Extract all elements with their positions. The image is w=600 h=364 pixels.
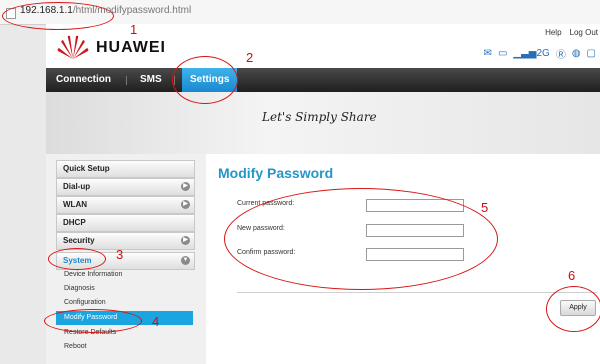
- brand-name: HUAWEI: [96, 39, 166, 56]
- tab-sms[interactable]: SMS: [140, 68, 162, 92]
- chevron-right-icon: ▶: [181, 200, 190, 209]
- annotation-number-2: 2: [246, 50, 254, 65]
- annotation-circle-1: [2, 2, 114, 30]
- submenu-configuration[interactable]: Configuration: [56, 296, 193, 310]
- submenu-label: Diagnosis: [64, 285, 95, 292]
- submenu-device-information[interactable]: Device Information: [56, 268, 193, 282]
- sim-icon: ▭: [497, 48, 508, 59]
- signal-icon: ▁▃▅2G: [513, 48, 550, 59]
- sidebar-item-wlan[interactable]: WLAN ▶: [56, 196, 195, 214]
- divider: [237, 292, 597, 293]
- tab-connection[interactable]: Connection: [56, 68, 111, 92]
- sidebar-item-quick-setup[interactable]: Quick Setup: [56, 160, 195, 178]
- submenu-reboot[interactable]: Reboot: [56, 340, 193, 354]
- annotation-circle-5: [224, 188, 498, 290]
- chevron-right-icon: ▶: [181, 236, 190, 245]
- sidebar-item-label: DHCP: [63, 218, 86, 227]
- banner-slogan: Let's Simply Share: [262, 110, 377, 124]
- submenu-label: Reboot: [64, 343, 87, 350]
- submenu-label: Configuration: [64, 299, 106, 306]
- annotation-number-4: 4: [152, 314, 160, 329]
- annotation-number-1: 1: [130, 22, 138, 37]
- roaming-icon: Ⓡ: [555, 50, 566, 61]
- main-nav: Connection SMS Settings: [46, 68, 600, 92]
- status-icons: ✉ ▭ ▁▃▅2G Ⓡ ◍ ▢: [484, 46, 596, 61]
- network-type-label: 2G: [536, 48, 550, 59]
- banner: Let's Simply Share: [46, 92, 600, 154]
- submenu-label: Device Information: [64, 271, 123, 278]
- nav-separator: [126, 76, 127, 85]
- monitor-icon: ▢: [586, 48, 596, 59]
- globe-icon: ◍: [571, 48, 581, 59]
- top-links: Help Log Out: [537, 28, 598, 37]
- annotation-circle-2: [172, 56, 238, 104]
- huawei-logo-icon: [57, 35, 89, 59]
- annotation-number-3: 3: [116, 247, 124, 262]
- annotation-number-6: 6: [568, 268, 576, 283]
- submenu-diagnosis[interactable]: Diagnosis: [56, 282, 193, 296]
- sidebar-item-label: Dial-up: [63, 182, 91, 191]
- sidebar-item-dhcp[interactable]: DHCP: [56, 214, 195, 232]
- sidebar-item-label: Security: [63, 236, 95, 245]
- mail-icon[interactable]: ✉: [484, 48, 492, 59]
- annotation-circle-4: [44, 309, 142, 333]
- sidebar-item-label: WLAN: [63, 200, 87, 209]
- sidebar-item-label: Quick Setup: [63, 164, 110, 173]
- annotation-circle-6: [546, 286, 600, 332]
- sidebar-item-dial-up[interactable]: Dial-up ▶: [56, 178, 195, 196]
- page-title: Modify Password: [218, 165, 334, 181]
- logout-link[interactable]: Log Out: [570, 28, 598, 37]
- help-link[interactable]: Help: [545, 28, 561, 37]
- chevron-down-icon: ▼: [181, 256, 190, 265]
- chevron-right-icon: ▶: [181, 182, 190, 191]
- annotation-circle-3: [48, 248, 106, 270]
- annotation-number-5: 5: [481, 200, 489, 215]
